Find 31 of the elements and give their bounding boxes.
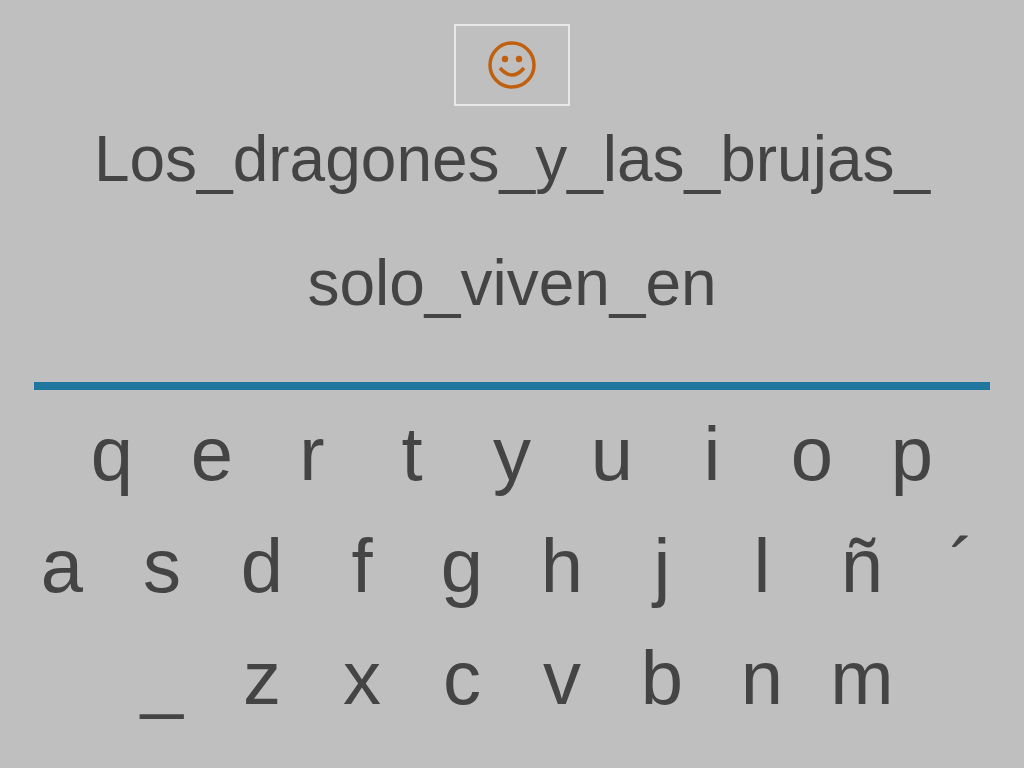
hint-frame[interactable]: [454, 24, 570, 106]
prompt-text: Los_dragones_y_las_brujas_: [93, 122, 931, 196]
letter-key[interactable]: g: [412, 520, 512, 612]
letter-key[interactable]: e: [162, 408, 262, 500]
prompt-text: solo_viven_en: [307, 246, 717, 320]
letter-key[interactable]: t: [362, 408, 462, 500]
letter-key[interactable]: a: [12, 520, 112, 612]
letter-key[interactable]: ñ: [812, 520, 912, 612]
letter-key[interactable]: u: [562, 408, 662, 500]
letter-key[interactable]: c: [412, 632, 512, 724]
letter-key[interactable]: d: [212, 520, 312, 612]
letter-key[interactable]: _: [112, 632, 212, 724]
letter-key[interactable]: m: [812, 632, 912, 724]
letter-key[interactable]: h: [512, 520, 612, 612]
letter-key[interactable]: n: [712, 632, 812, 724]
letter-key[interactable]: v: [512, 632, 612, 724]
letter-key[interactable]: o: [762, 408, 862, 500]
letter-key[interactable]: q: [62, 408, 162, 500]
letter-key[interactable]: s: [112, 520, 212, 612]
letter-key[interactable]: l: [712, 520, 812, 612]
letter-key[interactable]: b: [612, 632, 712, 724]
letter-key[interactable]: f: [312, 520, 412, 612]
letter-key[interactable]: x: [312, 632, 412, 724]
letter-key[interactable]: y: [462, 408, 562, 500]
letter-key[interactable]: i: [662, 408, 762, 500]
smiley-icon: [487, 40, 537, 90]
letter-key[interactable]: ´: [912, 520, 1012, 612]
letter-key[interactable]: r: [262, 408, 362, 500]
letter-key[interactable]: z: [212, 632, 312, 724]
letter-key[interactable]: p: [862, 408, 962, 500]
letter-key[interactable]: j: [612, 520, 712, 612]
